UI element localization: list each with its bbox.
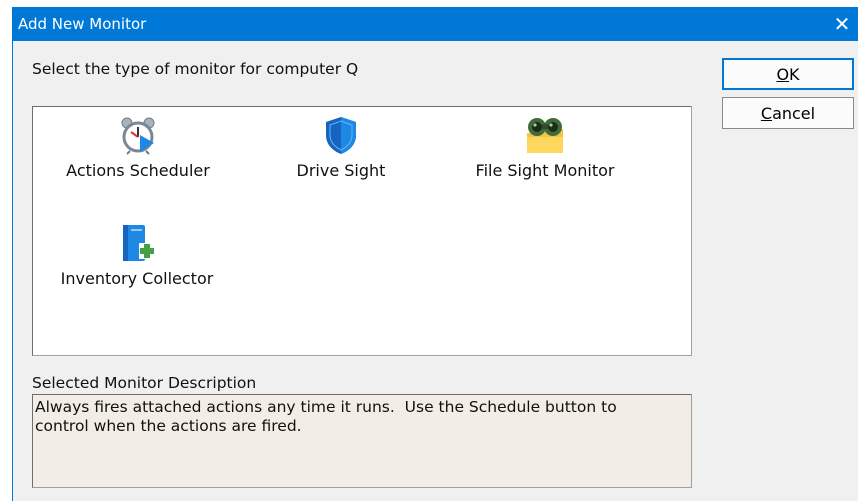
- monitor-item-file-sight-monitor[interactable]: File Sight Monitor: [445, 109, 645, 199]
- monitor-item-label: File Sight Monitor: [475, 161, 615, 180]
- ok-button[interactable]: OK: [722, 58, 854, 90]
- monitor-item-label: Drive Sight: [296, 161, 386, 180]
- alarm-clock-play-icon: [121, 117, 155, 155]
- ok-button-label: K: [789, 64, 800, 84]
- cancel-button[interactable]: Cancel: [722, 97, 854, 129]
- ok-button-mnemonic: O: [776, 64, 790, 84]
- monitor-item-drive-sight[interactable]: Drive Sight: [241, 109, 441, 199]
- binoculars-folder-icon: [527, 118, 563, 153]
- description-label: Selected Monitor Description: [32, 374, 257, 392]
- add-new-monitor-dialog: Add New Monitor ✕ Select the type of mon…: [12, 7, 858, 501]
- shield-icon: [326, 117, 356, 154]
- monitor-type-prompt: Select the type of monitor for computer …: [32, 60, 359, 78]
- window-title: Add New Monitor: [18, 15, 147, 33]
- cancel-button-mnemonic: C: [760, 103, 773, 123]
- close-icon: ✕: [833, 12, 851, 36]
- monitor-item-actions-scheduler[interactable]: Actions Scheduler: [38, 109, 238, 199]
- monitor-item-label: Actions Scheduler: [66, 161, 210, 180]
- monitor-item-inventory-collector[interactable]: Inventory Collector: [37, 217, 237, 307]
- title-bar: Add New Monitor ✕: [13, 7, 858, 41]
- monitor-item-label: Inventory Collector: [60, 269, 214, 288]
- close-button[interactable]: ✕: [825, 7, 858, 41]
- book-plus-icon: [123, 225, 155, 261]
- cancel-button-label: ancel: [772, 103, 816, 123]
- description-text: Always fires attached actions any time i…: [32, 394, 692, 488]
- monitor-type-list[interactable]: Actions Scheduler Drive Sight File Sight…: [32, 106, 692, 356]
